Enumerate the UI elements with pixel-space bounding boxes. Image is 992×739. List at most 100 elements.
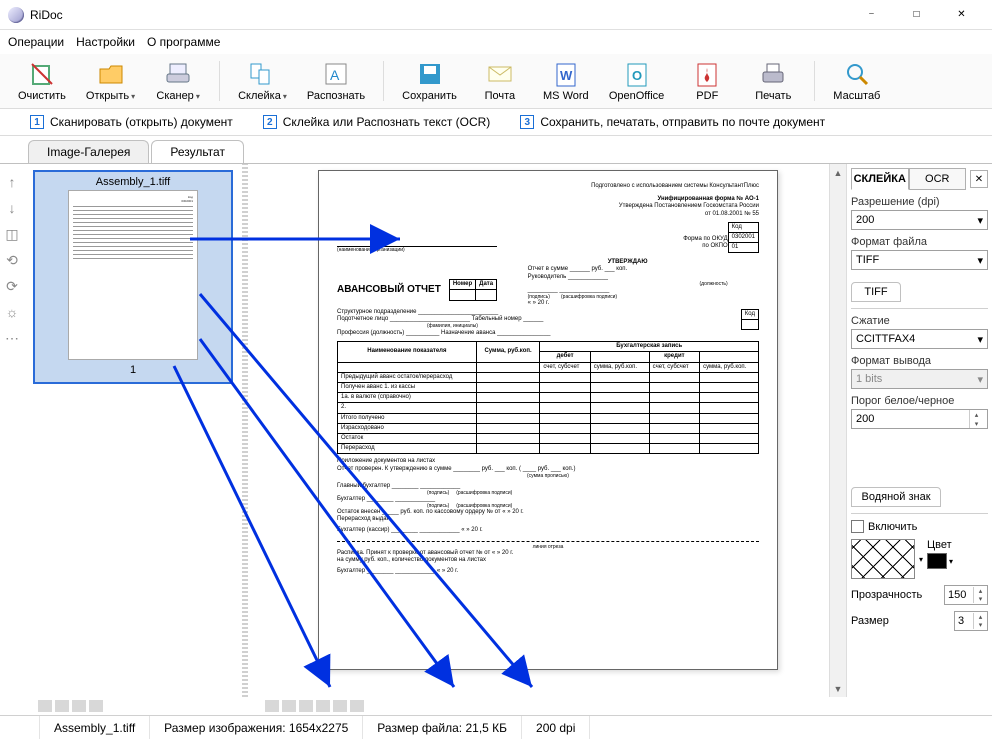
watermark-preview[interactable] [851, 539, 915, 579]
step-2-number: 2 [263, 115, 277, 129]
zoom-button[interactable]: Масштаб [827, 58, 886, 104]
step-1-label: Сканировать (открыть) документ [50, 115, 233, 129]
compression-combo[interactable]: CCITTFAX4▾ [851, 329, 988, 349]
thumbnail-image: Код0302001 [68, 190, 198, 360]
menu-about[interactable]: О программе [147, 35, 220, 49]
right-panel: СКЛЕЙКА OCR ✕ Разрешение (dpi) 200▾ Форм… [846, 164, 992, 697]
svg-text:A: A [330, 67, 340, 83]
step-1-number: 1 [30, 115, 44, 129]
compression-label: Сжатие [851, 315, 988, 327]
rotate-left-icon[interactable]: ⟲ [4, 252, 20, 268]
svg-text:W: W [560, 68, 573, 83]
format-combo[interactable]: TIFF▾ [851, 250, 988, 270]
watermark-opacity-input[interactable]: 150▴▾ [944, 585, 988, 605]
open-button[interactable]: Открыть▾ [80, 58, 141, 104]
threshold-input[interactable]: 200▴▾ [851, 409, 988, 429]
arrow-up-icon[interactable]: ↑ [4, 174, 20, 190]
scroll-down-icon[interactable]: ▼ [830, 680, 846, 697]
thumbnail-filename: Assembly_1.tiff [37, 174, 229, 190]
step-3-label: Сохранить, печатать, отправить по почте … [540, 115, 825, 129]
threshold-label: Порог белое/черное [851, 395, 988, 407]
menu-operations[interactable]: Операции [8, 35, 64, 49]
steps-bar: 1 Сканировать (открыть) документ 2 Склейка… [0, 109, 992, 136]
watermark-subtab[interactable]: Водяной знак [851, 487, 941, 507]
maximize-button[interactable]: □ [894, 0, 939, 30]
msword-button[interactable]: W MS Word [537, 58, 595, 104]
word-icon: W [552, 60, 580, 88]
thumbnail-item[interactable]: Assembly_1.tiff Код0302001 1 [33, 170, 233, 384]
clear-button[interactable]: Очистить [12, 58, 72, 104]
arrow-down-icon[interactable]: ↓ [4, 200, 20, 216]
app-icon [8, 7, 24, 23]
window-title: RiDoc [30, 8, 849, 22]
preview-scrollbar[interactable]: ▲ ▼ [829, 164, 846, 697]
print-button[interactable]: Печать [744, 58, 802, 104]
left-toolbar: ↑ ↓ ◫ ⟲ ⟳ ☼ ⋯ [0, 164, 24, 697]
menubar: Операции Настройки О программе [0, 30, 992, 54]
watermark-enable-checkbox[interactable] [851, 520, 864, 533]
recognize-button[interactable]: A Распознать [301, 58, 371, 104]
watermark-enable-label: Включить [868, 521, 917, 533]
output-label: Формат вывода [851, 355, 988, 367]
right-tab-glue[interactable]: СКЛЕЙКА [851, 168, 909, 190]
save-button[interactable]: Сохранить [396, 58, 463, 104]
chevron-down-icon: ▾ [977, 214, 983, 227]
minimize-button[interactable]: − [849, 0, 894, 30]
open-icon [97, 60, 125, 88]
thumbnail-index: 1 [37, 360, 229, 376]
ocr-icon: A [322, 60, 350, 88]
more-icon[interactable]: ⋯ [4, 330, 20, 346]
status-image-size: Размер изображения: 1654x2275 [150, 716, 363, 739]
status-filename: Assembly_1.tiff [40, 716, 150, 739]
clear-icon [28, 60, 56, 88]
pdf-button[interactable]: PDF [678, 58, 736, 104]
thumbnail-panel: Assembly_1.tiff Код0302001 1 [24, 164, 242, 697]
status-dpi: 200 dpi [522, 716, 590, 739]
close-button[interactable]: ✕ [939, 0, 984, 30]
watermark-color-swatch[interactable] [927, 553, 947, 569]
svg-text:O: O [632, 68, 642, 83]
dpi-combo[interactable]: 200▾ [851, 210, 988, 230]
step-3-number: 3 [520, 115, 534, 129]
scanner-button[interactable]: Сканер▾ [149, 58, 207, 104]
tab-gallery[interactable]: Image-Галерея [28, 140, 149, 163]
mail-icon [486, 60, 514, 88]
titlebar: RiDoc − □ ✕ [0, 0, 992, 30]
preview-panel: Подготовлено с использованием системы Ко… [248, 164, 846, 697]
glue-button[interactable]: Склейка▾ [232, 58, 293, 104]
watermark-size-input[interactable]: 3▴▾ [954, 611, 988, 631]
chevron-down-icon: ▾ [131, 92, 135, 101]
right-panel-close[interactable]: ✕ [970, 170, 988, 188]
watermark-opacity-label: Прозрачность [851, 589, 922, 601]
right-tab-ocr[interactable]: OCR [909, 168, 967, 190]
openoffice-button[interactable]: O OpenOffice [603, 58, 670, 104]
output-combo: 1 bits▾ [851, 369, 988, 389]
chevron-down-icon[interactable]: ▾ [949, 557, 953, 566]
watermark-size-label: Размер [851, 615, 889, 627]
status-file-size: Размер файла: 21,5 КБ [363, 716, 522, 739]
toolbar: Очистить Открыть▾ Сканер▾ Склейка▾ A Рас… [0, 54, 992, 109]
brightness-icon[interactable]: ☼ [4, 304, 20, 320]
chevron-down-icon[interactable]: ▾ [919, 555, 923, 564]
chevron-down-icon: ▾ [977, 254, 983, 267]
chevron-down-icon: ▾ [977, 373, 983, 386]
crop-icon[interactable]: ◫ [4, 226, 20, 242]
document-tabs: Image-Галерея Результат [0, 136, 992, 163]
zoom-icon [843, 60, 871, 88]
scroll-up-icon[interactable]: ▲ [830, 164, 846, 181]
save-icon [416, 60, 444, 88]
format-label: Формат файла [851, 236, 988, 248]
tab-result[interactable]: Результат [151, 140, 244, 163]
mail-button[interactable]: Почта [471, 58, 529, 104]
menu-settings[interactable]: Настройки [76, 35, 135, 49]
rotate-right-icon[interactable]: ⟳ [4, 278, 20, 294]
watermark-color-label: Цвет [927, 539, 953, 551]
status-bar: Assembly_1.tiff Размер изображения: 1654… [0, 715, 992, 739]
document-page[interactable]: Подготовлено с использованием системы Ко… [318, 170, 778, 670]
scanner-icon [164, 60, 192, 88]
pdf-icon [693, 60, 721, 88]
tiff-subtab[interactable]: TIFF [851, 282, 901, 302]
bottom-indicators [0, 697, 992, 715]
glue-icon [248, 60, 276, 88]
step-2-label: Склейка или Распознать текст (OCR) [283, 115, 491, 129]
